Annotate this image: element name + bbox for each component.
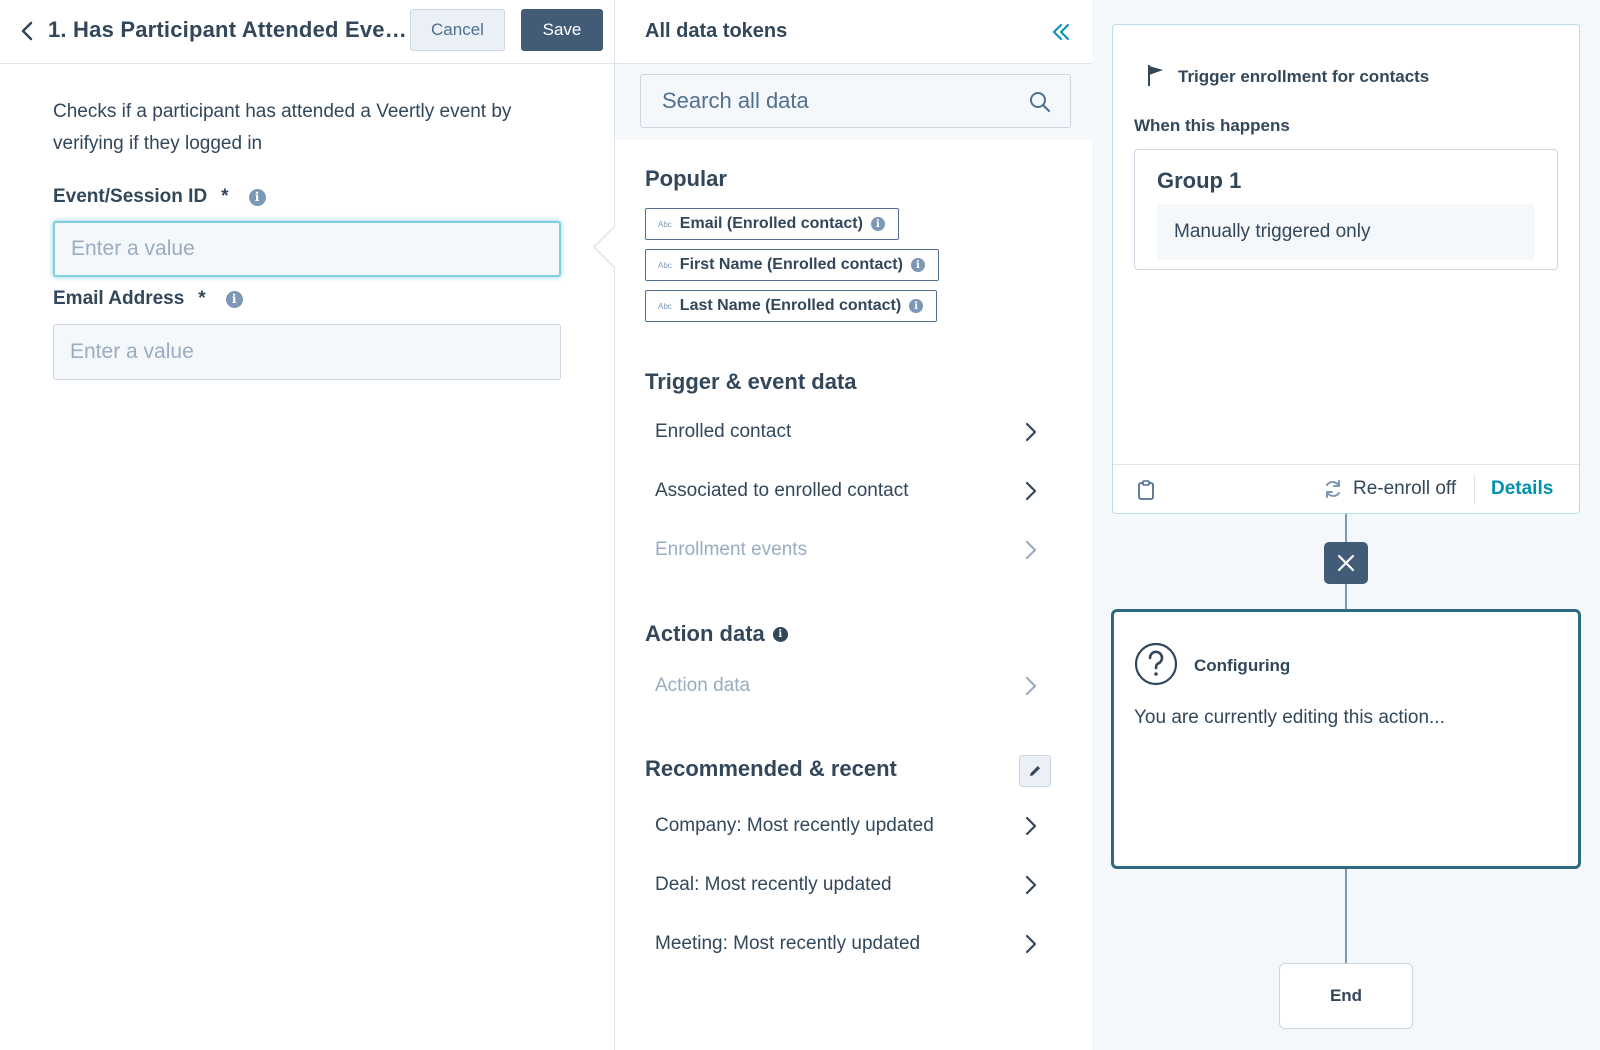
delete-action-button[interactable] [1324,542,1368,584]
refresh-icon [1326,480,1340,498]
search-bar [615,64,1093,140]
info-icon[interactable]: i [248,188,266,206]
chevron-right-icon [1025,676,1039,696]
panel-pointer-fill [595,226,616,268]
group-criteria: Manually triggered only [1157,204,1535,260]
action-description: Checks if a participant has attended a V… [53,101,512,154]
recommended-section-title: Recommended & recent [645,756,897,781]
edit-recommended-button[interactable] [1019,755,1051,787]
token-category-enrolled-contact[interactable]: Enrolled contact [645,407,1049,457]
token-category-meeting-recent[interactable]: Meeting: Most recently updated [645,919,1049,969]
token-chip-email[interactable]: Abc Email (Enrolled contact) i [645,208,899,240]
token-chip-first-name[interactable]: Abc First Name (Enrolled contact) i [645,249,939,281]
when-this-happens-label: When this happens [1134,116,1290,135]
action-editor-panel: 1. Has Participant Attended Event/Sessio… [0,0,614,1050]
data-tokens-panel: All data tokens Popular Abc Email (Enrol… [614,0,1093,1050]
info-icon[interactable]: i [870,217,885,231]
end-node[interactable]: End [1279,963,1413,1029]
email-address-input[interactable] [53,324,561,380]
back-button[interactable] [16,18,38,44]
event-session-id-input[interactable] [53,221,561,277]
editor-title: 1. Has Participant Attended Event/Sessio… [48,17,408,42]
chevron-left-icon [21,21,33,41]
popular-section-title: Popular [645,166,727,191]
flag-icon [1148,65,1163,86]
text-type-badge: Abc [658,301,672,311]
token-chip-last-name[interactable]: Abc Last Name (Enrolled contact) i [645,290,938,322]
chevron-right-icon [1025,875,1039,895]
chevron-right-icon [1025,816,1039,836]
token-category-deal-recent[interactable]: Deal: Most recently updated [645,860,1049,910]
token-category-associated[interactable]: Associated to enrolled contact [645,466,1049,516]
connector-line [1345,869,1347,963]
trigger-card[interactable]: Trigger enrollment for contacts When thi… [1112,24,1580,514]
close-icon [1337,554,1355,572]
email-address-label: Email Address * i [53,288,243,310]
workflow-canvas: Trigger enrollment for contacts When thi… [1092,0,1600,1050]
token-category-company-recent[interactable]: Company: Most recently updated [645,801,1049,851]
double-chevron-left-icon [1053,24,1069,40]
question-icon [1134,642,1178,686]
trigger-group: Group 1 Manually triggered only [1134,149,1558,270]
configuring-action-card[interactable]: Configuring You are currently editing th… [1111,609,1581,869]
configuring-text: You are currently editing this action... [1134,707,1445,728]
configuring-title: Configuring [1194,656,1291,675]
search-icon[interactable] [1029,91,1051,113]
details-link[interactable]: Details [1491,478,1553,500]
info-icon[interactable]: i [772,626,788,642]
trigger-footer: Re-enroll off Details [1113,464,1579,514]
pencil-icon [1030,766,1040,776]
chevron-right-icon [1025,481,1039,501]
text-type-badge: Abc [658,219,672,229]
tokens-title: All data tokens [645,20,788,42]
connector-line [1345,514,1347,542]
clipboard-icon[interactable] [1137,479,1155,501]
token-category-enrollment-events: Enrollment events [645,525,1049,575]
chevron-right-icon [1025,540,1039,560]
connector-line [1345,584,1347,609]
token-category-action-data: Action data [645,661,1049,711]
collapse-panel-button[interactable] [1047,18,1075,46]
footer-divider [1474,475,1475,505]
info-icon[interactable]: i [910,258,925,272]
cancel-button[interactable]: Cancel [410,9,505,51]
group-title: Group 1 [1157,168,1242,193]
info-icon[interactable]: i [225,290,243,308]
editor-header: 1. Has Participant Attended Event/Sessio… [0,0,614,64]
reenroll-status[interactable]: Re-enroll off [1323,478,1456,500]
event-session-id-label: Event/Session ID * i [53,186,266,208]
info-icon[interactable]: i [909,299,924,313]
chevron-right-icon [1025,934,1039,954]
save-button[interactable]: Save [521,9,603,51]
trigger-title: Trigger enrollment for contacts [1178,67,1430,86]
text-type-badge: Abc [658,260,672,270]
chevron-right-icon [1025,422,1039,442]
tokens-header: All data tokens [615,0,1093,64]
action-data-section-title: Action data i [645,621,788,647]
search-input[interactable] [640,74,1071,128]
trigger-event-section-title: Trigger & event data [645,369,857,394]
